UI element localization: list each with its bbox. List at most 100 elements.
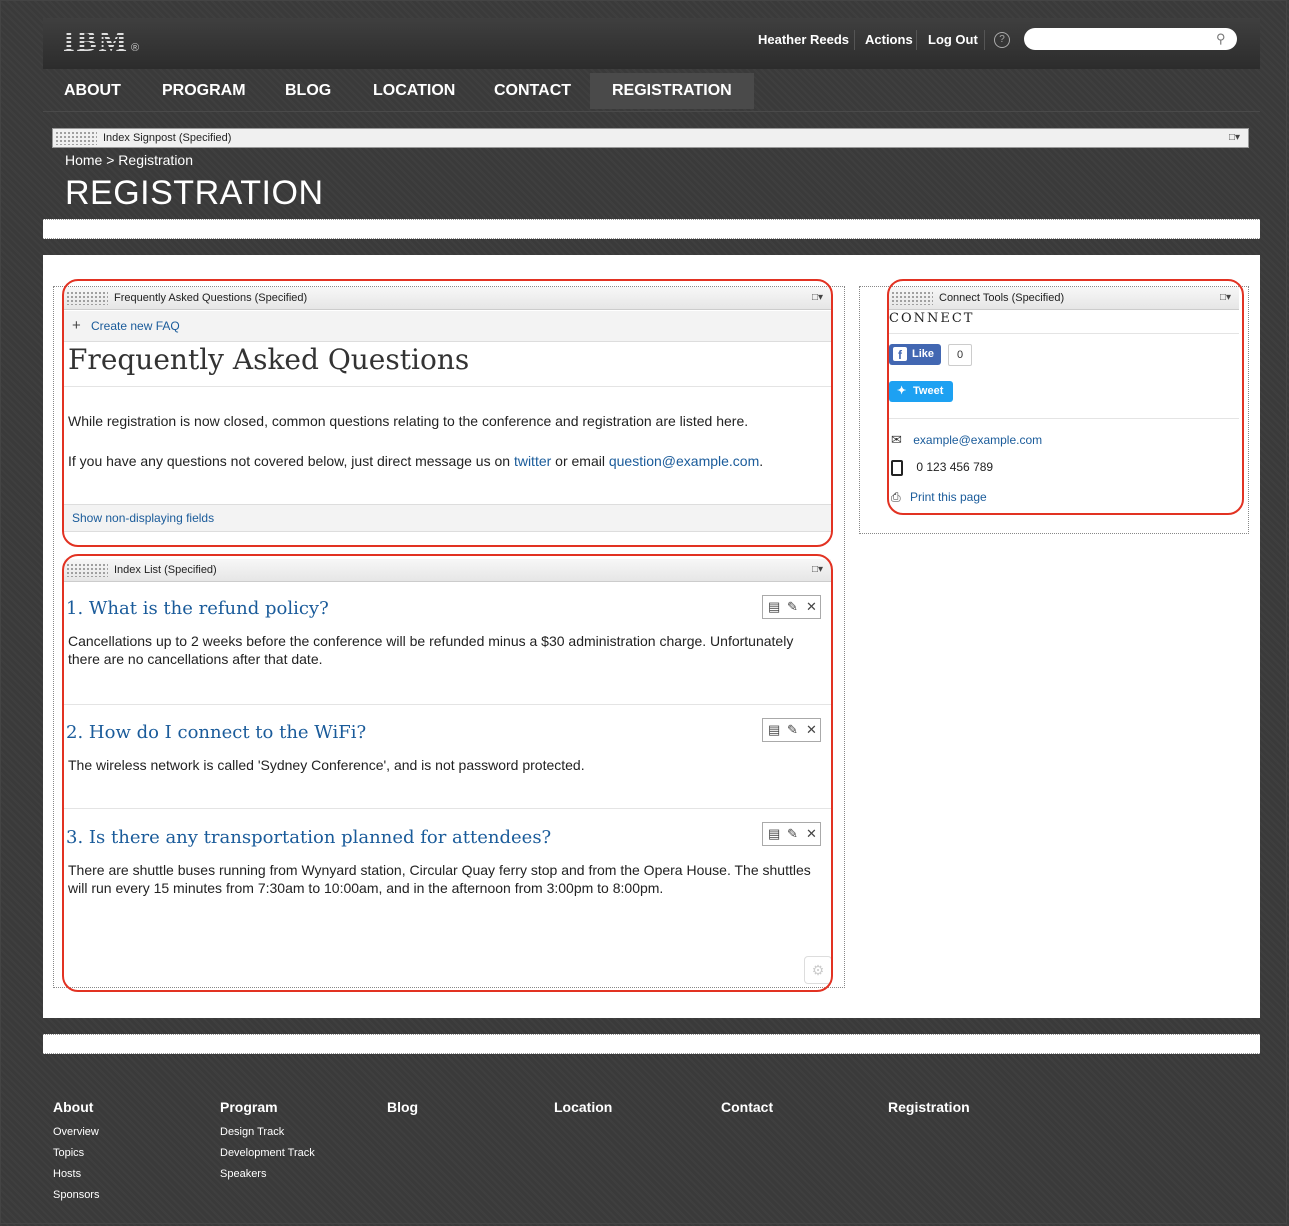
edit-pencil-icon[interactable]: ✎ bbox=[787, 599, 798, 615]
portlet-menu-icon[interactable]: □▾ bbox=[812, 287, 823, 309]
twitter-icon: ✦ bbox=[897, 385, 907, 397]
item-toolbar: ▤ ✎ ✕ bbox=[762, 718, 821, 742]
gear-icon[interactable]: ⚙ bbox=[804, 956, 832, 984]
divider bbox=[64, 808, 831, 809]
print-page-link[interactable]: Print this page bbox=[910, 490, 987, 504]
top-bar: IBM ® Heather Reeds Actions Log Out ? ⚲ bbox=[43, 18, 1260, 69]
facebook-like-button[interactable]: f Like bbox=[889, 344, 941, 365]
preview-icon[interactable]: ▤ bbox=[768, 826, 780, 842]
email-row: ✉ example@example.com bbox=[891, 432, 1042, 448]
item-toolbar: ▤ ✎ ✕ bbox=[762, 595, 821, 619]
drag-handle-icon[interactable] bbox=[66, 563, 108, 577]
nav-item-blog[interactable]: BLOG bbox=[285, 73, 331, 109]
question-title[interactable]: 1. What is the refund policy? bbox=[66, 598, 329, 619]
question-title[interactable]: 2. How do I connect to the WiFi? bbox=[66, 722, 366, 743]
footer-link[interactable]: Topics bbox=[53, 1147, 84, 1159]
portlet-menu-icon[interactable]: □▾ bbox=[1220, 287, 1231, 309]
portlet-menu-icon[interactable]: □▾ bbox=[812, 559, 823, 581]
question-text: How do I connect to the WiFi? bbox=[88, 722, 367, 743]
index-list-portlet-bar: Index List (Specified) □▾ bbox=[64, 559, 831, 582]
question-text: What is the refund policy? bbox=[88, 598, 329, 619]
breadcrumb[interactable]: Home > Registration bbox=[65, 152, 193, 168]
registered-mark: ® bbox=[131, 42, 140, 54]
footer-link[interactable]: Overview bbox=[53, 1126, 99, 1138]
close-icon[interactable]: ✕ bbox=[806, 599, 817, 615]
connect-heading: CONNECT bbox=[889, 311, 975, 326]
ibm-logo[interactable]: IBM bbox=[63, 27, 129, 57]
twitter-link[interactable]: twitter bbox=[514, 453, 551, 469]
divider bbox=[64, 704, 831, 705]
divider bbox=[64, 386, 831, 387]
answer-text: The wireless network is called 'Sydney C… bbox=[68, 757, 585, 773]
tweet-label: Tweet bbox=[913, 385, 944, 397]
help-icon[interactable]: ? bbox=[994, 32, 1010, 48]
logout-link[interactable]: Log Out bbox=[928, 32, 978, 47]
print-row: ⎙ Print this page bbox=[891, 490, 987, 505]
question-number: 3. bbox=[66, 827, 84, 848]
portlet-title: Frequently Asked Questions (Specified) bbox=[114, 292, 308, 304]
divider bbox=[916, 30, 917, 50]
divider bbox=[889, 418, 1239, 419]
or-email-text: or email bbox=[555, 453, 605, 469]
envelope-icon: ✉ bbox=[891, 432, 902, 447]
close-icon[interactable]: ✕ bbox=[806, 826, 817, 842]
question-text: Is there any transportation planned for … bbox=[88, 827, 552, 848]
printer-icon: ⎙ bbox=[891, 490, 901, 504]
phone-icon bbox=[891, 460, 903, 476]
main-nav: ABOUT PROGRAM BLOG LOCATION CONTACT REGI… bbox=[43, 73, 1260, 112]
faq-portlet-bar: Frequently Asked Questions (Specified) □… bbox=[64, 287, 831, 310]
contact-prefix: If you have any questions not covered be… bbox=[68, 453, 511, 469]
footer-link[interactable]: Speakers bbox=[220, 1168, 266, 1180]
drag-handle-icon[interactable] bbox=[891, 291, 933, 305]
email-link[interactable]: question@example.com bbox=[609, 453, 759, 469]
nav-item-location[interactable]: LOCATION bbox=[373, 73, 455, 109]
like-count: 0 bbox=[948, 344, 972, 366]
edit-pencil-icon[interactable]: ✎ bbox=[787, 722, 798, 738]
search-input[interactable] bbox=[1024, 28, 1237, 50]
footer-heading-program[interactable]: Program bbox=[220, 1099, 278, 1115]
faq-contact-text: If you have any questions not covered be… bbox=[68, 452, 763, 470]
divider bbox=[854, 30, 855, 50]
item-toolbar: ▤ ✎ ✕ bbox=[762, 822, 821, 846]
nav-item-registration[interactable]: REGISTRATION bbox=[590, 73, 754, 109]
drag-handle-icon[interactable] bbox=[66, 291, 108, 305]
portlet-menu-icon[interactable]: □▾ bbox=[1229, 129, 1240, 147]
faq-intro: While registration is now closed, common… bbox=[68, 413, 749, 429]
footer-heading-blog[interactable]: Blog bbox=[387, 1099, 418, 1115]
footer-link[interactable]: Development Track bbox=[220, 1147, 315, 1159]
footer-link[interactable]: Hosts bbox=[53, 1168, 81, 1180]
portlet-title: Connect Tools (Specified) bbox=[939, 292, 1065, 304]
footer-link[interactable]: Design Track bbox=[220, 1126, 284, 1138]
period: . bbox=[759, 453, 764, 469]
phone-number: 0 123 456 789 bbox=[916, 460, 994, 475]
preview-icon[interactable]: ▤ bbox=[768, 599, 780, 615]
actions-link[interactable]: Actions bbox=[865, 32, 913, 47]
footer-link[interactable]: Sponsors bbox=[53, 1189, 99, 1201]
show-non-displaying-fields-link[interactable]: Show non-displaying fields bbox=[72, 505, 214, 531]
question-number: 2. bbox=[66, 722, 84, 743]
plus-icon[interactable]: + bbox=[72, 311, 81, 341]
footer-heading-about[interactable]: About bbox=[53, 1099, 93, 1115]
user-name-link[interactable]: Heather Reeds bbox=[758, 32, 849, 47]
drag-handle-icon[interactable] bbox=[55, 131, 97, 145]
like-label: Like bbox=[912, 348, 935, 360]
contact-email-link[interactable]: example@example.com bbox=[913, 433, 1042, 447]
create-faq-link[interactable]: Create new FAQ bbox=[91, 311, 180, 341]
nav-item-program[interactable]: PROGRAM bbox=[162, 73, 246, 109]
question-title[interactable]: 3. Is there any transportation planned f… bbox=[66, 827, 551, 848]
close-icon[interactable]: ✕ bbox=[806, 722, 817, 738]
page-title: REGISTRATION bbox=[65, 174, 324, 212]
phone-row: 0 123 456 789 bbox=[891, 460, 993, 476]
nav-item-contact[interactable]: CONTACT bbox=[494, 73, 571, 109]
content-strip bbox=[43, 1034, 1260, 1054]
footer-heading-registration[interactable]: Registration bbox=[888, 1099, 970, 1115]
facebook-icon: f bbox=[893, 347, 907, 362]
signpost-portlet-bar: Index Signpost (Specified) □▾ bbox=[52, 128, 1249, 148]
footer-heading-contact[interactable]: Contact bbox=[721, 1099, 773, 1115]
footer-heading-location[interactable]: Location bbox=[554, 1099, 612, 1115]
tweet-button[interactable]: ✦ Tweet bbox=[889, 381, 953, 402]
search-icon[interactable]: ⚲ bbox=[1216, 31, 1226, 47]
preview-icon[interactable]: ▤ bbox=[768, 722, 780, 738]
nav-item-about[interactable]: ABOUT bbox=[64, 73, 121, 109]
edit-pencil-icon[interactable]: ✎ bbox=[787, 826, 798, 842]
